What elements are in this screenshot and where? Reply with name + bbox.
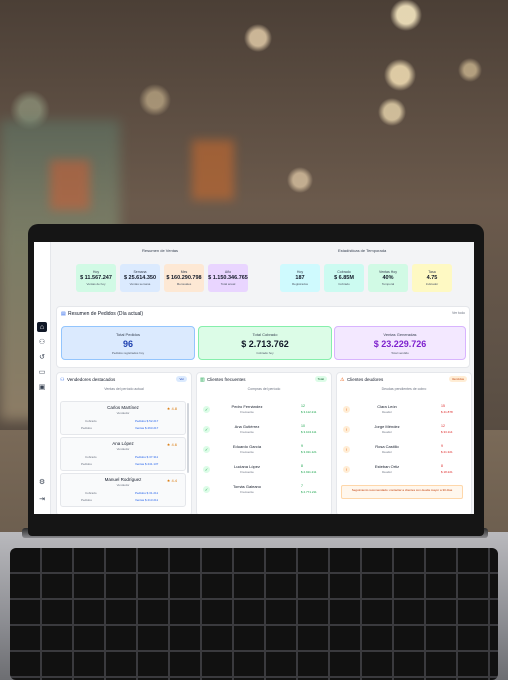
resumen-pedidos-card: ▤ Resumen de Pedidos (Día actual) Ver to… [56, 306, 470, 368]
temporada-card-cobrado[interactable]: Cobrado $ 6.85M Cobrado [324, 264, 364, 292]
history-icon[interactable]: ↺ [37, 352, 47, 362]
home-icon[interactable]: ⌂ [37, 322, 47, 332]
cliente-frecuente-row[interactable]: ✓ Tomás Galeano Frecuente 7 $ 2.771.211 [201, 483, 325, 499]
logout-icon[interactable]: ⇥ [37, 494, 47, 504]
cliente-deudor-row[interactable]: ! Jorge Méndez Deudor 12 $ 33.114 [341, 423, 465, 439]
ventas-card-semana[interactable]: Semana $ 25.614.350 Ventas semana [120, 264, 160, 292]
cliente-deudor-row[interactable]: ! Clara León Deudor 15 $ 41.878 [341, 403, 465, 419]
cliente-frecuente-row[interactable]: ✓ Eduardo García Frecuente 9 $ 3.011.121 [201, 443, 325, 459]
temporada-card-hoy[interactable]: Hoy 187 Registrados [280, 264, 320, 292]
background-sign [50, 160, 90, 210]
chart-icon: ▥ [200, 377, 205, 383]
cliente-frecuente-row[interactable]: ✓ Ana Gutiérrez Frecuente 10 $ 3.104.111 [201, 423, 325, 439]
cliente-frecuente-row[interactable]: ✓ Luciana López Frecuente 8 $ 2.911.211 [201, 463, 325, 479]
total-cobrado-card[interactable]: Total Cobrado $ 2.713.762 Cobrado hoy [198, 326, 332, 360]
vendedores-subtitle: Ventas del período actual [104, 387, 144, 391]
ventas-card-ano[interactable]: Año $ 1.150.346.765 Total anual [208, 264, 248, 292]
vendedores-badge[interactable]: Ver [176, 376, 187, 382]
frecuentes-subtitle: Compras del período [247, 387, 281, 391]
ver-todo-link[interactable]: Ver todo [452, 311, 465, 315]
settings-icon[interactable]: ⚙ [37, 477, 47, 487]
clipboard-icon: ▤ [61, 311, 66, 317]
clientes-deudores-panel: ⚠ Clientes deudores Vencidos Deudas pend… [336, 372, 472, 514]
ventas-summary-title: Resumen de Ventas [142, 248, 179, 253]
seller-card[interactable]: Manuel Rodríguez Vendedor ★ 4.4 Cobrado … [60, 473, 186, 507]
clipboard-icon[interactable]: ▭ [37, 367, 47, 377]
temporada-summary-title: Estadísticas de Temporada [338, 248, 387, 253]
seller-card[interactable]: Ana López Vendedor ★ 4.6 Cobrado Pedidos… [60, 437, 186, 471]
users-icon[interactable]: ⚇ [37, 337, 47, 347]
box-icon[interactable]: ▣ [37, 382, 47, 392]
frecuentes-badge[interactable]: Total [314, 376, 327, 382]
star-rating: ★ 4.8 [166, 406, 177, 411]
frecuentes-title: Clientes frecuentes [207, 377, 246, 382]
temporada-card-tasa[interactable]: Tasa 4.75 Indicador [412, 264, 452, 292]
ventas-card-mes[interactable]: Mes $ 160.290.798 Mensuales [164, 264, 204, 292]
seguimiento-alert: Seguimiento recomendado: contactar a cli… [341, 485, 463, 499]
alert-icon: ⚠ [340, 377, 345, 383]
summary-panel: Resumen de Ventas Estadísticas de Tempor… [54, 244, 470, 298]
background-sign [192, 140, 234, 200]
star-rating: ★ 4.6 [166, 442, 177, 447]
star-rating: ★ 4.4 [166, 478, 177, 483]
deudores-subtitle: Deudas pendientes de cobro [381, 387, 427, 391]
vendedores-panel: ⚇ Vendedores destacados Ver Ventas del p… [56, 372, 192, 514]
seller-card[interactable]: Carlos Martínez Vendedor ★ 4.8 Cobrado P… [60, 401, 186, 435]
laptop-keyboard [10, 548, 498, 680]
ventas-card-hoy[interactable]: Hoy $ 11.567.247 Ventas de hoy [76, 264, 116, 292]
cliente-deudor-row[interactable]: ! Esteban Ortiz Deudor 8 $ 18.221 [341, 463, 465, 479]
cliente-frecuente-row[interactable]: ✓ Pedro Fernández Frecuente 12 $ 3.112.2… [201, 403, 325, 419]
temporada-card-ventas-hoy[interactable]: Ventas Hoy 40% Temporal [368, 264, 408, 292]
clientes-frecuentes-panel: ▥ Clientes frecuentes Total Compras del … [196, 372, 332, 514]
vendedores-title: Vendedores destacados [67, 377, 116, 382]
ventas-generadas-card[interactable]: Ventas Generadas $ 23.229.726 Total vend… [334, 326, 466, 360]
laptop-screen: ⌂ ⚇ ↺ ▭ ▣ ⚙ ⇥ Resumen de Ventas Estadíst… [34, 242, 474, 514]
scrollbar[interactable] [187, 403, 189, 473]
user-icon: ⚇ [60, 377, 65, 383]
main-content: Resumen de Ventas Estadísticas de Tempor… [54, 242, 472, 514]
deudores-badge[interactable]: Vencidos [448, 376, 467, 382]
cliente-deudor-row[interactable]: ! Rosa Castillo Deudor 9 $ 21.321 [341, 443, 465, 459]
deudores-title: Clientes deudores [347, 377, 384, 382]
resumen-title: Resumen de Pedidos (Día actual) [68, 311, 144, 317]
total-pedidos-card[interactable]: Total Pedidos 96 Pedidos registrados hoy [61, 326, 195, 360]
sidebar: ⌂ ⚇ ↺ ▭ ▣ ⚙ ⇥ [34, 242, 51, 514]
